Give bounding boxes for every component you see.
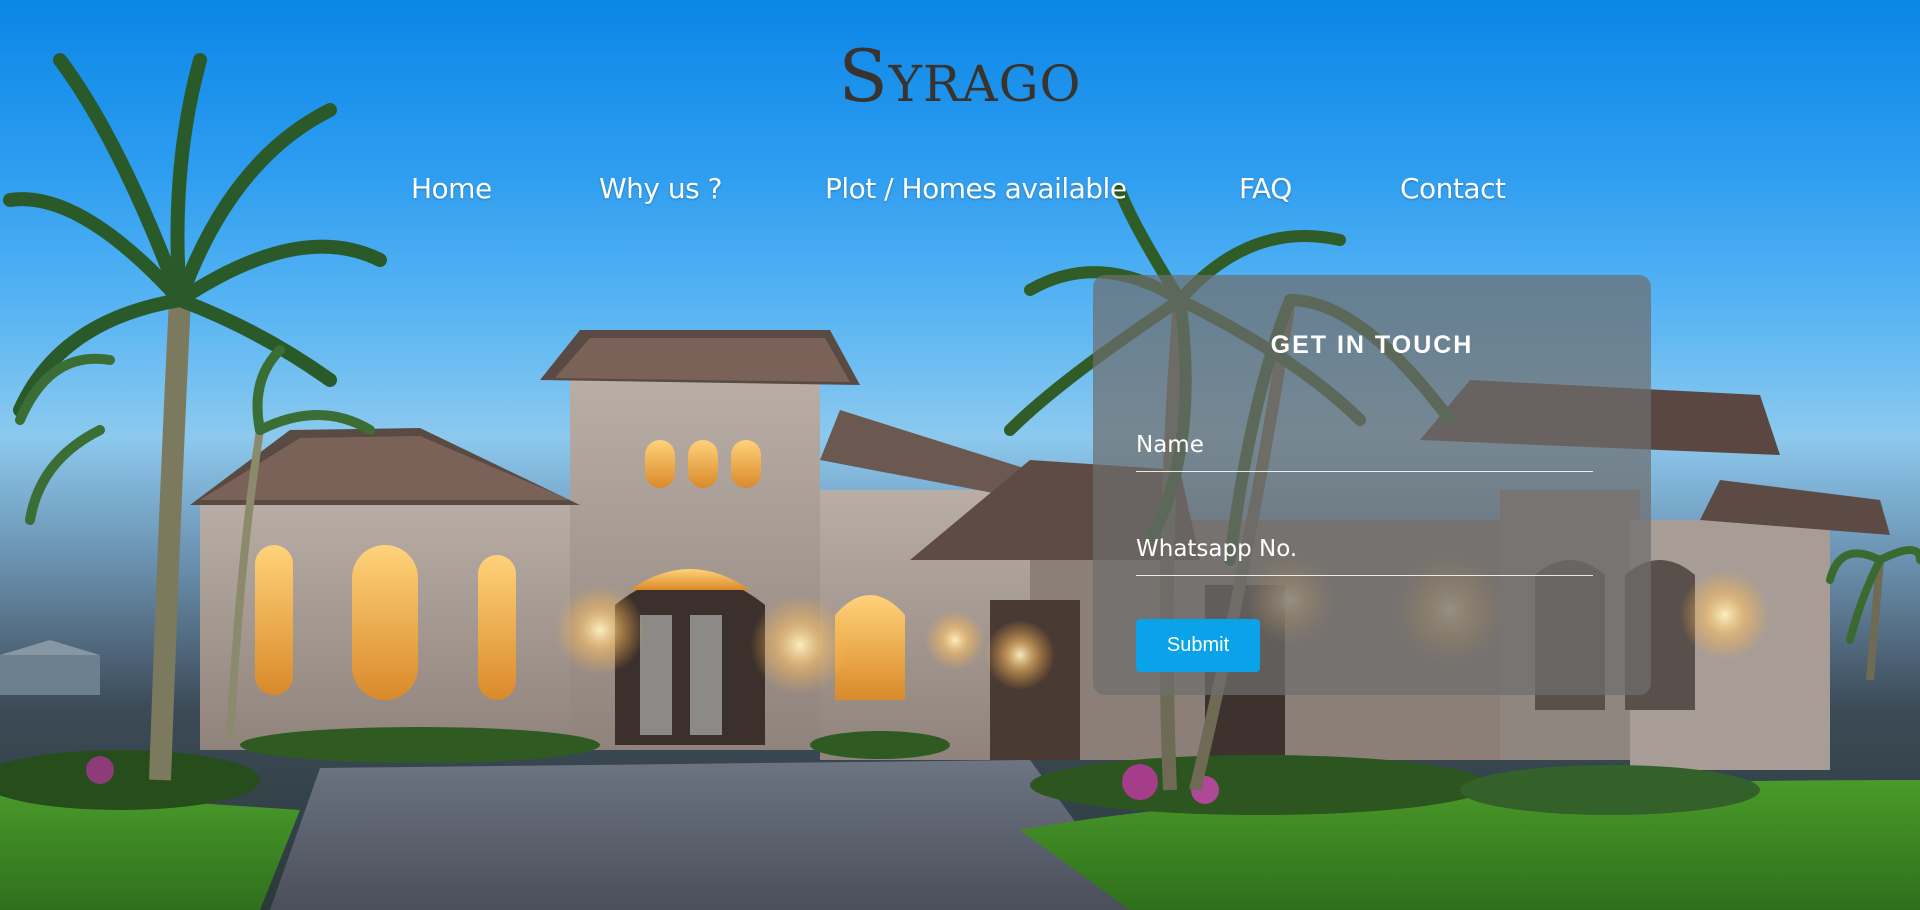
name-input[interactable] [1136,427,1593,472]
main-nav: Home Why us ? Plot / Homes available FAQ… [0,172,1920,222]
contact-form-card: GET IN TOUCH Submit [1093,275,1651,695]
contact-form-title: GET IN TOUCH [1270,331,1474,359]
submit-button[interactable]: Submit [1136,619,1260,672]
nav-item-why-us[interactable]: Why us ? [599,172,723,205]
whatsapp-input[interactable] [1136,531,1593,576]
hero-section: Syrago Home Why us ? Plot / Homes availa… [0,0,1920,910]
nav-item-plot-homes-available[interactable]: Plot / Homes available [825,172,1127,205]
nav-item-home[interactable]: Home [411,172,492,205]
nav-item-contact[interactable]: Contact [1400,172,1506,205]
site-logo[interactable]: Syrago [760,22,1160,130]
nav-item-faq[interactable]: FAQ [1239,172,1292,205]
